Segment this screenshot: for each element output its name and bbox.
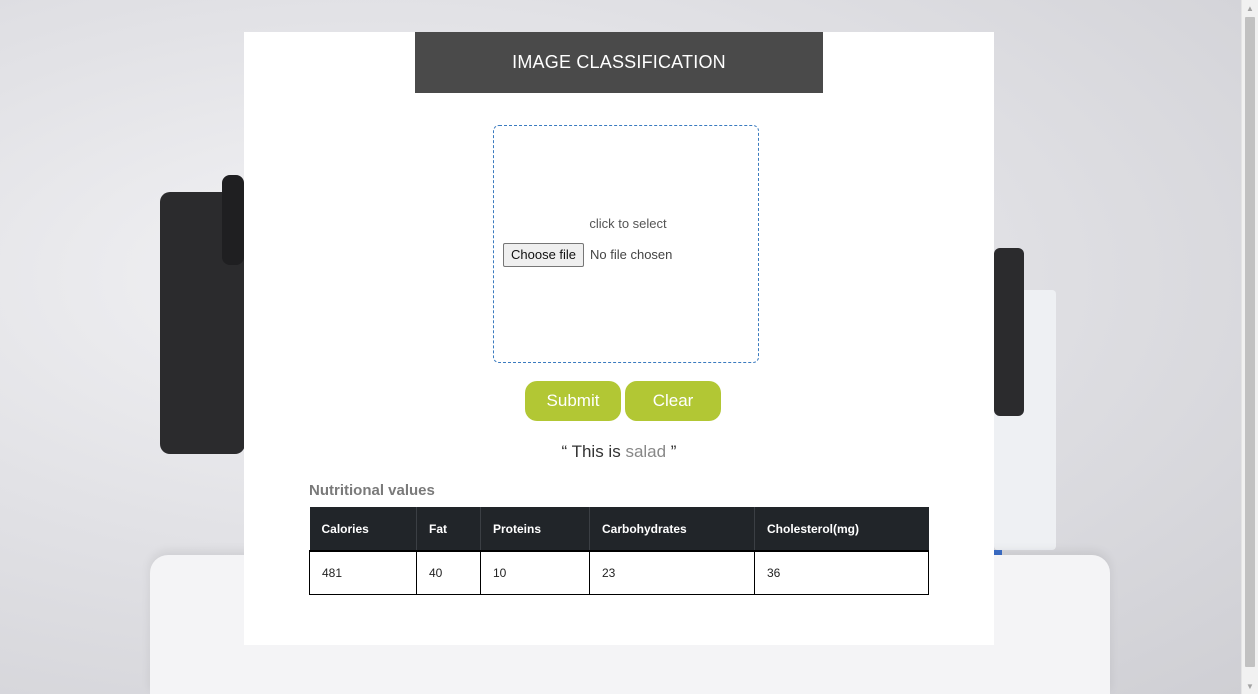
column-header-carbohydrates: Carbohydrates: [589, 507, 755, 551]
choose-file-button[interactable]: Choose file: [503, 243, 585, 267]
column-header-cholesterol: Cholesterol(mg): [754, 507, 929, 551]
column-header-proteins: Proteins: [480, 507, 590, 551]
page-scrollbar[interactable]: ▲ ▼: [1241, 0, 1258, 694]
nutrition-table: Calories Fat Proteins Carbohydrates Chol…: [309, 507, 929, 595]
background-clip-right: [994, 248, 1024, 416]
submit-button[interactable]: Submit: [525, 381, 621, 421]
cell-carbohydrates: 23: [589, 550, 755, 595]
page-title: IMAGE CLASSIFICATION: [415, 32, 823, 93]
upload-dropzone[interactable]: click to select Choose file No file chos…: [493, 125, 759, 363]
result-suffix: ”: [666, 442, 677, 461]
column-header-calories: Calories: [309, 507, 417, 551]
file-status-text: No file chosen: [590, 247, 673, 262]
result-prefix: “ This is: [561, 442, 626, 461]
background-clip-left-top: [222, 175, 244, 265]
cell-proteins: 10: [480, 550, 590, 595]
cell-cholesterol: 36: [754, 550, 929, 595]
column-header-fat: Fat: [416, 507, 481, 551]
table-header-row: Calories Fat Proteins Carbohydrates Chol…: [309, 507, 929, 551]
result-class-name: salad: [625, 442, 667, 461]
table-row: 481 40 10 23 36: [309, 550, 929, 595]
cell-fat: 40: [416, 550, 481, 595]
nutrition-title: Nutritional values: [309, 482, 435, 499]
classification-card: IMAGE CLASSIFICATION click to select Cho…: [244, 32, 994, 645]
scroll-down-arrow-icon[interactable]: ▼: [1242, 678, 1258, 694]
clear-button[interactable]: Clear: [625, 381, 721, 421]
scrollbar-thumb[interactable]: [1245, 17, 1255, 667]
classification-result: “ This is salad ”: [244, 442, 994, 462]
scroll-up-arrow-icon[interactable]: ▲: [1242, 0, 1258, 16]
upload-prompt: click to select: [589, 216, 667, 231]
cell-calories: 481: [309, 550, 417, 595]
